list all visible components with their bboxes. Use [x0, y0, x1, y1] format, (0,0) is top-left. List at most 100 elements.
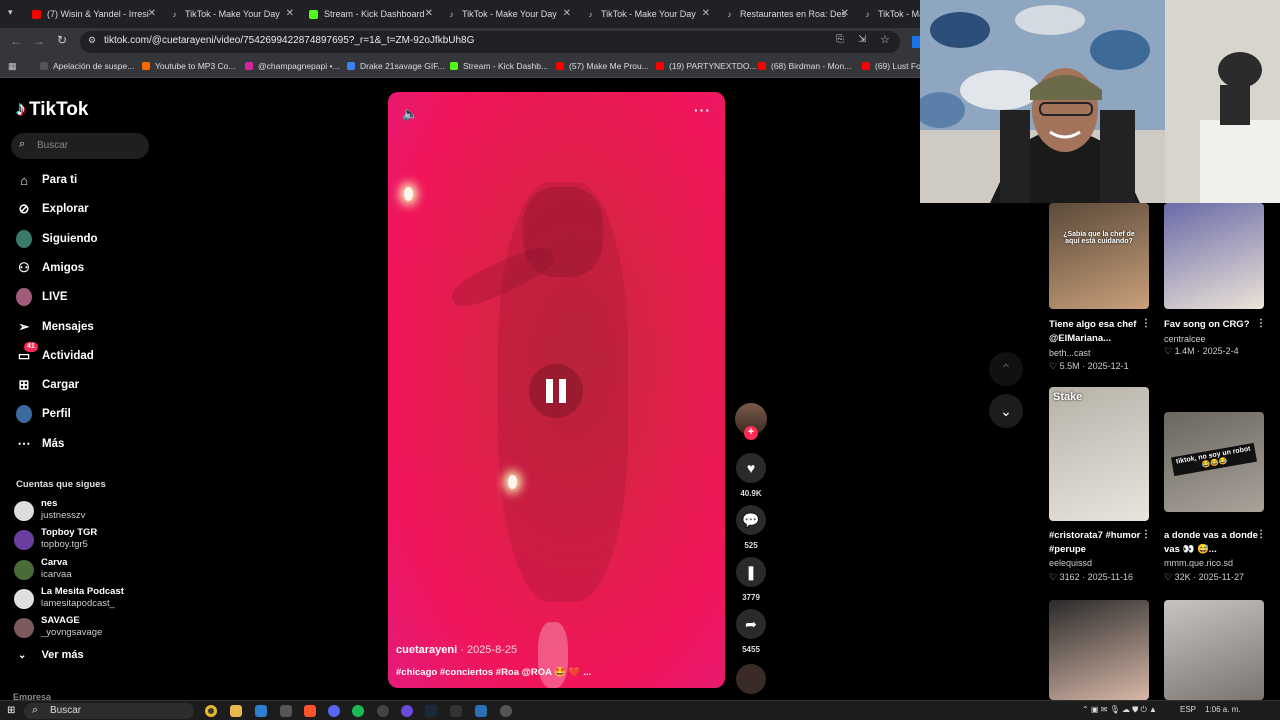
tiktok-logo[interactable]: ♪ TikTok [16, 98, 88, 121]
language-indicator[interactable]: ESP [1180, 705, 1196, 714]
bookmark-icon[interactable]: ❚ [736, 557, 766, 587]
forward-icon[interactable]: → [33, 34, 45, 48]
pause-button[interactable] [529, 364, 583, 418]
volume-icon[interactable]: 🔈 [402, 106, 418, 122]
video-player[interactable]: 🔈 ··· cuetarayeni · 2025-8-25 #chicago #… [388, 92, 725, 688]
browser-tab[interactable]: ♪ TikTok - Make Your Day ✕ [586, 2, 712, 26]
tab-close-icon[interactable]: ✕ [286, 8, 294, 19]
video-thumbnail[interactable] [1164, 203, 1264, 309]
app-icon[interactable] [401, 705, 413, 717]
steam-icon[interactable] [425, 705, 437, 717]
kebab-menu-icon[interactable]: ⋮ [1256, 529, 1266, 540]
store-icon[interactable] [255, 705, 267, 717]
heart-icon[interactable]: ♥ [736, 453, 766, 483]
bookmark-item[interactable]: (68) Birdman - Mon... [758, 61, 851, 71]
clock[interactable]: 1:06 a. m. [1205, 705, 1241, 714]
bookmark-item[interactable]: Youtube to MP3 Co... [142, 61, 236, 71]
tab-close-icon[interactable]: ✕ [702, 8, 710, 19]
video-author[interactable]: beth...cast [1049, 348, 1091, 358]
share-icon[interactable]: ➦ [736, 609, 766, 639]
previous-video-button[interactable]: ⌃ [989, 352, 1023, 386]
video-title[interactable]: Fav song on CRG? [1164, 318, 1264, 332]
extension-icon[interactable] [912, 36, 920, 48]
tab-close-icon[interactable]: ✕ [563, 8, 571, 19]
site-info-icon[interactable]: ⚙ [88, 35, 96, 46]
browser-tab[interactable]: (7) Wisin & Yandel - Irresi ✕ [32, 2, 158, 26]
following-account[interactable]: nes justnesszv [14, 498, 154, 524]
bookmark-item[interactable]: Stream - Kick Dashb... [450, 61, 548, 71]
more-options-icon[interactable]: ··· [694, 102, 711, 118]
following-account[interactable]: Carva icarvaa [14, 557, 154, 583]
video-thumbnail[interactable]: Stake [1049, 387, 1149, 521]
share-action[interactable]: ➦ 5455 [736, 609, 766, 654]
address-bar[interactable]: ⚙ tiktok.com/@cuetarayeni/video/75426994… [80, 31, 900, 53]
video-title[interactable]: #cristorata7 #humor #perupe [1049, 529, 1149, 557]
app-icon[interactable] [450, 705, 462, 717]
following-account[interactable]: SAVAGE _yovngsavage [14, 615, 154, 641]
browser-tab[interactable]: ♪ Restaurantes en Roa: Des ✕ [725, 2, 851, 26]
sidebar-item-siguiendo[interactable]: Siguiendo [16, 228, 146, 250]
reload-icon[interactable]: ↻ [57, 33, 67, 47]
following-account[interactable]: La Mesita Podcast lamesitapodcast_ [14, 586, 154, 612]
kebab-menu-icon[interactable]: ⋮ [1141, 529, 1151, 540]
sidebar-item-actividad[interactable]: ▭ 41 Actividad [16, 341, 146, 367]
search-input[interactable]: ⌕ Buscar [11, 133, 149, 159]
see-more-button[interactable]: ⌄ Ver más [18, 649, 84, 661]
video-author[interactable]: mmm.que.rico.sd [1164, 558, 1233, 568]
save-action[interactable]: ❚ 3779 [736, 557, 766, 602]
bookmark-item[interactable]: @champagnepapi •... [245, 61, 340, 71]
video-thumbnail[interactable] [1049, 600, 1149, 700]
bookmark-item[interactable]: Drake 21savage GIF... [347, 61, 445, 71]
sidebar-item-para-ti[interactable]: ⌂ Para ti [16, 169, 146, 191]
bookmark-item[interactable]: (19) PARTYNEXTDO... [656, 61, 757, 71]
video-title[interactable]: a donde vas a donde vas 👀 😅... [1164, 529, 1264, 557]
tab-close-icon[interactable]: ✕ [148, 8, 156, 19]
back-icon[interactable]: ← [10, 34, 22, 48]
video-title[interactable]: Tiene algo esa chef @ElMariana... [1049, 318, 1149, 346]
video-thumbnail[interactable] [1164, 600, 1264, 700]
app-icon[interactable] [377, 705, 389, 717]
browser-tab[interactable]: ♪ TikTok - Make Your Day ✕ [447, 2, 573, 26]
tab-close-icon[interactable]: ✕ [425, 8, 433, 19]
browser-tab[interactable]: ♪ TikTok - Ma [863, 2, 922, 26]
bookmark-item[interactable]: Apelación de suspe... [40, 61, 134, 71]
spotify-icon[interactable] [352, 705, 364, 717]
sidebar-item-perfil[interactable]: Perfil [16, 403, 146, 425]
sidebar-item-live[interactable]: LIVE [16, 286, 146, 308]
settings-icon[interactable] [500, 705, 512, 717]
following-account[interactable]: Topboy TGR topboy.tgr5 [14, 527, 154, 553]
file-explorer-icon[interactable] [230, 705, 242, 717]
video-caption[interactable]: #chicago #conciertos #Roa @ROA 🤩 ❤️ ... [396, 667, 591, 678]
bookmark-star-icon[interactable]: ☆ [880, 33, 890, 46]
taskbar-search[interactable]: ⌕ Buscar [24, 703, 194, 719]
chrome-app-icon[interactable] [205, 705, 217, 717]
comment-icon[interactable]: 💬 [736, 505, 766, 535]
tray-icons[interactable]: ⌃ ▣ ✉ 🎙 ☁ ⛊ ⏻ ▲ [1082, 705, 1157, 715]
browser-tab[interactable]: Stream - Kick Dashboard ✕ [309, 2, 435, 26]
sidebar-item-amigos[interactable]: ⚇ Amigos [16, 257, 146, 279]
bookmark-item[interactable]: (57) Make Me Prou... [556, 61, 649, 71]
translate-icon[interactable]: ⎘ [836, 34, 844, 45]
sidebar-item-cargar[interactable]: ⊞ Cargar [16, 374, 146, 396]
browser-tab[interactable]: ♪ TikTok - Make Your Day ✕ [170, 2, 296, 26]
video-thumbnail[interactable]: tiktok, no soy un robot 😂😂😂 [1164, 412, 1264, 512]
sidebar-item-más[interactable]: ⋯ Más [16, 433, 146, 455]
brave-icon[interactable] [304, 705, 316, 717]
sidebar-item-explorar[interactable]: ⊘ Explorar [16, 198, 146, 220]
like-action[interactable]: ♥ 40.9K [736, 453, 766, 498]
kebab-menu-icon[interactable]: ⋮ [1256, 318, 1266, 329]
app-icon[interactable] [280, 705, 292, 717]
apps-grid-icon[interactable]: ▦ [8, 61, 17, 72]
kebab-menu-icon[interactable]: ⋮ [1141, 318, 1151, 329]
video-author[interactable]: centralcee [1164, 334, 1206, 344]
video-author[interactable]: eelequissd [1049, 558, 1092, 568]
sidebar-item-mensajes[interactable]: ➢ Mensajes [16, 316, 146, 338]
discord-icon[interactable] [328, 705, 340, 717]
music-disc-icon[interactable] [736, 664, 766, 694]
next-video-button[interactable]: ⌄ [989, 394, 1023, 428]
install-app-icon[interactable]: ⇲ [858, 34, 866, 45]
app-icon[interactable] [475, 705, 487, 717]
tab-close-icon[interactable]: ✕ [841, 8, 849, 19]
tab-search-icon[interactable]: ▾ [8, 7, 13, 18]
follow-plus-button[interactable]: + [744, 426, 758, 440]
